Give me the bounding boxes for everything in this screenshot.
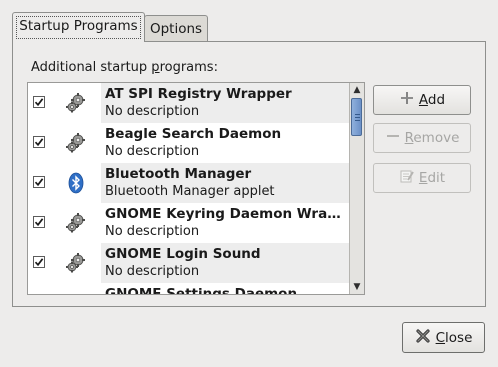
tab-options[interactable]: Options bbox=[144, 15, 208, 42]
list-caption: Additional startup programs: bbox=[31, 60, 218, 75]
program-rows: AT SPI Registry Wrapper No description B… bbox=[28, 83, 350, 295]
tab-startup-programs-label: Startup Programs bbox=[19, 18, 138, 34]
program-description: No description bbox=[105, 144, 200, 159]
program-row-at-spi-registry-wrapper[interactable]: AT SPI Registry Wrapper No description bbox=[28, 83, 350, 123]
gears-icon bbox=[64, 131, 88, 155]
gears-icon bbox=[64, 291, 88, 294]
program-row-beagle-search-daemon[interactable]: Beagle Search Daemon No description bbox=[28, 123, 350, 163]
add-button-label: Add bbox=[418, 92, 446, 108]
program-row-bluetooth-manager[interactable]: Bluetooth Manager Bluetooth Manager appl… bbox=[28, 163, 350, 203]
close-icon bbox=[415, 328, 431, 348]
program-name-cell: GNOME Settings Daemon bbox=[101, 283, 350, 295]
edit-button-label: Edit bbox=[418, 170, 446, 186]
program-description: No description bbox=[105, 104, 200, 119]
close-button-label: Close bbox=[435, 329, 473, 346]
program-title: GNOME Settings Daemon bbox=[105, 286, 298, 295]
plus-icon bbox=[399, 90, 415, 110]
gears-icon bbox=[64, 91, 88, 115]
gears-icon bbox=[64, 251, 88, 275]
add-button[interactable]: Add bbox=[373, 85, 471, 115]
enable-checkbox[interactable] bbox=[33, 176, 45, 188]
program-title: Beagle Search Daemon bbox=[105, 126, 282, 142]
close-button[interactable]: Close bbox=[402, 322, 485, 353]
program-title: Bluetooth Manager bbox=[105, 166, 252, 182]
tab-startup-programs[interactable]: Startup Programs bbox=[12, 12, 145, 42]
program-title: AT SPI Registry Wrapper bbox=[105, 86, 292, 102]
program-description: No description bbox=[105, 264, 200, 279]
program-title: GNOME Keyring Daemon Wrapper bbox=[105, 206, 345, 222]
program-row-gnome-settings-daemon[interactable]: GNOME Settings Daemon bbox=[28, 283, 350, 295]
minus-icon bbox=[385, 128, 401, 148]
program-name-cell: GNOME Keyring Daemon Wrapper No descript… bbox=[101, 203, 350, 243]
program-row-gnome-login-sound[interactable]: GNOME Login Sound No description bbox=[28, 243, 350, 283]
program-name-cell: Beagle Search Daemon No description bbox=[101, 123, 350, 163]
program-description: Bluetooth Manager applet bbox=[105, 184, 275, 199]
tab-options-label: Options bbox=[149, 21, 203, 37]
remove-button-label: Remove bbox=[404, 130, 460, 146]
enable-checkbox[interactable] bbox=[33, 256, 45, 268]
program-name-cell: GNOME Login Sound No description bbox=[101, 243, 350, 283]
startup-programs-page: Additional startup programs: AT SPI Regi… bbox=[12, 41, 486, 307]
remove-button[interactable]: Remove bbox=[373, 123, 471, 153]
program-description: No description bbox=[105, 224, 200, 239]
bluetooth-icon bbox=[64, 171, 88, 195]
program-title: GNOME Login Sound bbox=[105, 246, 261, 262]
scroll-up-arrow-icon[interactable]: ▲ bbox=[350, 83, 364, 97]
gears-icon bbox=[64, 211, 88, 235]
program-name-cell: AT SPI Registry Wrapper No description bbox=[101, 83, 350, 123]
enable-checkbox[interactable] bbox=[33, 96, 45, 108]
scroll-thumb[interactable] bbox=[351, 98, 362, 136]
program-row-gnome-keyring-daemon-wrapper[interactable]: GNOME Keyring Daemon Wrapper No descript… bbox=[28, 203, 350, 243]
startup-programs-list[interactable]: AT SPI Registry Wrapper No description B… bbox=[27, 82, 365, 295]
enable-checkbox[interactable] bbox=[33, 216, 45, 228]
edit-icon bbox=[399, 168, 415, 188]
list-scrollbar[interactable]: ▲ ▼ bbox=[349, 83, 364, 294]
program-name-cell: Bluetooth Manager Bluetooth Manager appl… bbox=[101, 163, 350, 203]
edit-button[interactable]: Edit bbox=[373, 163, 471, 193]
enable-checkbox[interactable] bbox=[33, 136, 45, 148]
scroll-down-arrow-icon[interactable]: ▼ bbox=[350, 280, 364, 294]
